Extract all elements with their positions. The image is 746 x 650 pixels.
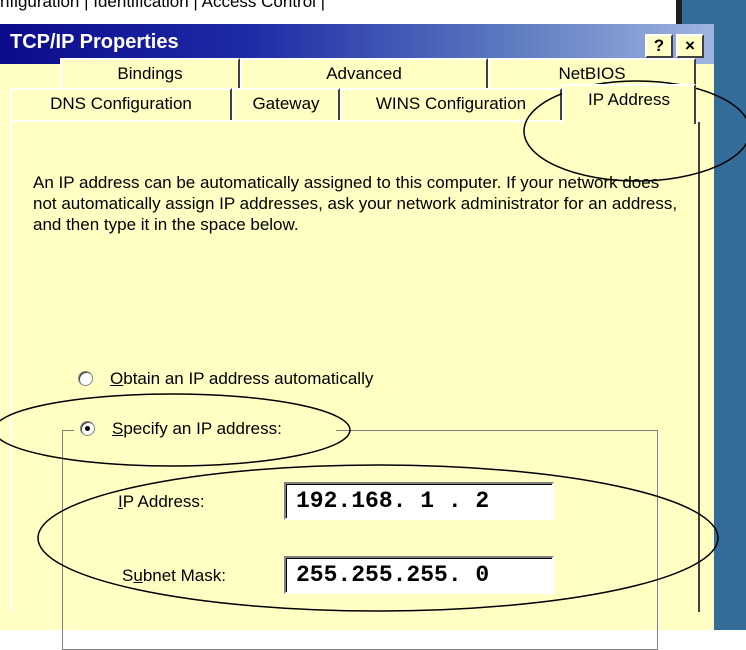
annotation-ellipse-specify — [0, 393, 351, 467]
annotation-ellipse-fields — [37, 464, 719, 612]
tab-ip-address[interactable]: IP Address — [562, 84, 696, 124]
